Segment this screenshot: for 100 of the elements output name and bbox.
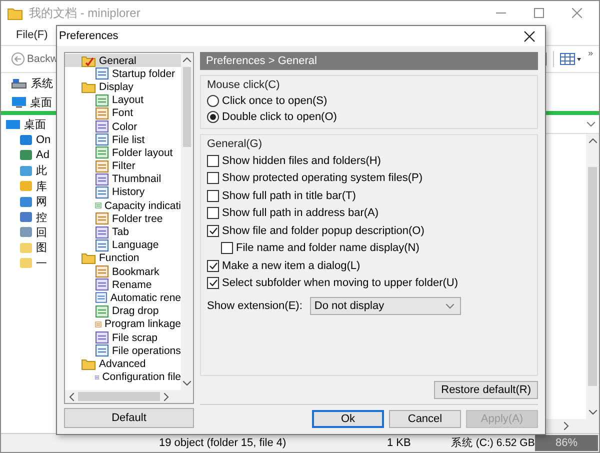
tree-item[interactable]: Folder layout [65, 146, 181, 160]
tree-item[interactable]: Filter [65, 160, 181, 173]
checkbox-option[interactable]: Make a new item a dialog(L) [207, 258, 531, 274]
scroll-left-icon[interactable] [69, 392, 74, 400]
tree-item[interactable]: 图 [1, 240, 63, 256]
scroll-right-icon[interactable] [564, 422, 569, 430]
tree-item[interactable]: On [1, 132, 63, 148]
scroll-down-icon[interactable] [588, 410, 596, 415]
tree-item[interactable]: File scrap [65, 330, 181, 344]
list-icon [95, 172, 109, 186]
extension-dropdown[interactable]: Do not display [310, 297, 462, 315]
checkbox[interactable] [221, 242, 233, 254]
radio-option[interactable]: Click once to open(S) [207, 94, 531, 108]
tree-item[interactable]: Function [65, 252, 181, 265]
checkbox-option[interactable]: Select subfolder when moving to upper folder(U) [207, 276, 531, 291]
folder-icon [81, 252, 96, 264]
chevron-down-icon[interactable] [587, 122, 595, 126]
scroll-thumb[interactable] [183, 67, 191, 147]
tree-item[interactable]: Language [65, 238, 181, 252]
radio-option[interactable]: Double click to open(O) [207, 110, 531, 124]
tree-item[interactable]: Tab [65, 225, 181, 239]
list-icon [95, 106, 109, 120]
radio-button[interactable] [207, 111, 219, 123]
tab[interactable]: 桌面 [11, 94, 52, 110]
checkbox[interactable] [207, 190, 219, 202]
tree-item[interactable]: Startup folder [65, 67, 181, 80]
checkbox[interactable] [207, 207, 219, 220]
back-icon [11, 52, 25, 66]
checkbox[interactable] [207, 260, 219, 272]
tree-item[interactable]: Folder tree [65, 212, 181, 226]
scroll-thumb[interactable] [78, 392, 160, 401]
app-icon [19, 149, 33, 162]
tree-item[interactable]: Thumbnail [65, 172, 181, 186]
menu-item[interactable]: File(F) [16, 29, 48, 41]
checkbox-option[interactable]: File name and folder name display(N) [207, 240, 531, 256]
tree-item[interactable]: Font [65, 106, 181, 120]
checkbox-option[interactable]: Show protected operating system files(P) [207, 170, 531, 186]
checkbox-option[interactable]: Show file and folder popup description(O) [207, 223, 531, 238]
tree-item[interactable]: Color [65, 120, 181, 134]
app-icon [19, 257, 33, 270]
app-icon [19, 226, 33, 238]
dialog-button[interactable]: Ok [312, 410, 384, 428]
tree-item[interactable]: Layout [65, 94, 181, 107]
tree-item[interactable]: Rename [65, 278, 181, 292]
drive-label[interactable]: 系统 [31, 76, 53, 90]
checkbox-option[interactable]: Show full path in title bar(T) [207, 188, 531, 204]
checkbox[interactable] [207, 172, 219, 184]
tree-item[interactable]: Configuration file [65, 370, 181, 384]
more-chevron[interactable]: » [588, 48, 593, 58]
tree-item[interactable]: 库 [1, 178, 63, 194]
checkbox[interactable] [207, 224, 219, 237]
default-button[interactable]: Default [64, 408, 194, 428]
list-icon [95, 67, 109, 80]
tree-item[interactable]: 控 [1, 209, 63, 225]
tree-item[interactable]: 网 [1, 194, 63, 210]
scroll-down-icon[interactable] [183, 381, 191, 386]
tree-item[interactable]: Program linkage [65, 318, 181, 331]
scrollbar[interactable] [586, 134, 599, 419]
tree-item[interactable]: 回 [1, 224, 63, 240]
disk-usage-meter: 86% [535, 435, 598, 451]
list-icon [95, 94, 109, 107]
scroll-up-icon[interactable] [183, 57, 191, 62]
scroll-right-icon[interactable] [164, 392, 169, 400]
maximize-icon[interactable] [534, 8, 544, 18]
grid-view-icon[interactable] [560, 52, 582, 66]
checkbox[interactable] [207, 277, 219, 290]
drive-icon [11, 77, 27, 89]
list-icon [95, 291, 108, 304]
list-icon [95, 265, 109, 278]
restore-default-button[interactable]: Restore default(R) [434, 381, 538, 399]
list-icon [95, 238, 109, 252]
radio-button[interactable] [207, 95, 219, 107]
tree-item[interactable]: Automatic rene [65, 291, 181, 305]
tree-item[interactable]: Capacity indicati [65, 199, 181, 212]
list-icon [95, 146, 109, 160]
status-objects: 19 object (folder 15, file 4) [159, 437, 288, 449]
scroll-thumb[interactable] [588, 167, 597, 386]
checkbox-option[interactable]: Show full path in address bar(A) [207, 206, 531, 221]
tree-item[interactable]: Advanced [65, 357, 181, 370]
scroll-up-icon[interactable] [588, 138, 596, 143]
scrollbar[interactable] [181, 53, 193, 390]
dialog-button[interactable]: Cancel [389, 410, 461, 428]
tree-item[interactable]: File operations [65, 344, 181, 358]
close-icon[interactable] [524, 30, 535, 42]
folder-icon [81, 54, 96, 67]
tree-item[interactable]: General [65, 54, 181, 68]
tree-item[interactable]: Display [65, 80, 181, 94]
tree-item[interactable]: History [65, 186, 181, 200]
tree-item[interactable]: 此 [1, 163, 63, 179]
tree-item[interactable]: 一 [1, 256, 63, 271]
tree-item[interactable]: Bookmark [65, 265, 181, 278]
tree-item[interactable]: File list [65, 133, 181, 146]
checkbox[interactable] [207, 154, 219, 167]
tree-item[interactable]: Ad [1, 148, 63, 164]
tree-item[interactable]: Drag drop [65, 304, 181, 318]
chevron-down-icon [446, 304, 454, 308]
tree-item[interactable]: 桌面 [1, 117, 63, 132]
checkbox-option[interactable]: Show hidden files and folders(H) [207, 153, 531, 168]
app-icon [19, 196, 33, 208]
scrollbar[interactable] [65, 390, 193, 403]
